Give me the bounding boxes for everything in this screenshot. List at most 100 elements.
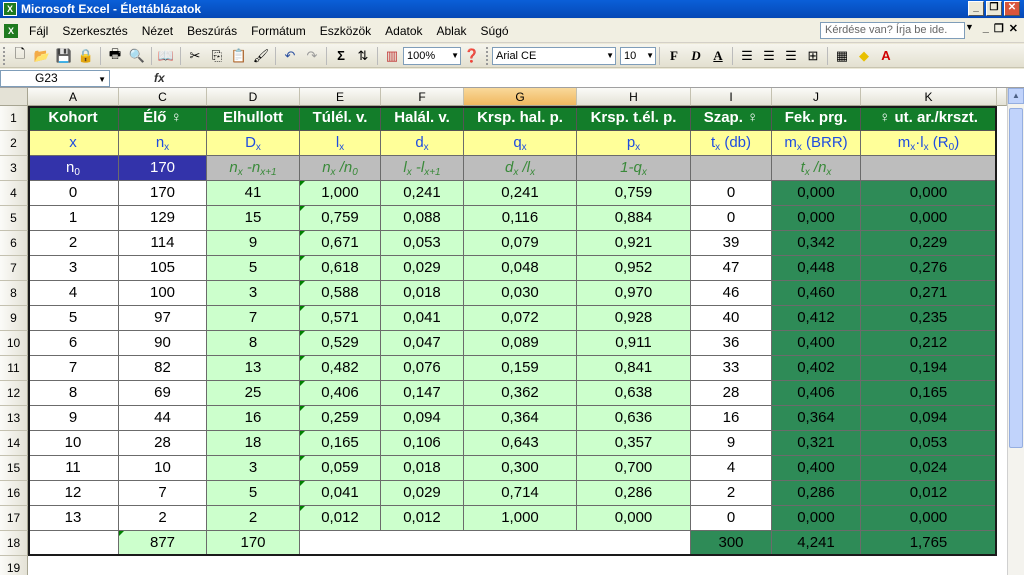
column-header-F[interactable]: F (381, 88, 464, 106)
table-cell[interactable]: 46 (691, 281, 772, 306)
table-cell[interactable]: 0,000 (772, 206, 861, 231)
vertical-scrollbar[interactable]: ▲ (1007, 88, 1024, 575)
formula-cell[interactable]: nx -nx+1 (207, 156, 300, 181)
table-cell[interactable]: 0,089 (464, 331, 577, 356)
table-cell[interactable]: 0,018 (381, 456, 464, 481)
table-cell[interactable]: 3 (207, 456, 300, 481)
align-left-icon[interactable]: ☰ (736, 46, 758, 66)
table-cell[interactable]: 0,759 (300, 206, 381, 231)
table-cell[interactable]: 0,000 (772, 506, 861, 531)
table-cell[interactable]: 2 (207, 506, 300, 531)
table-cell[interactable]: 0 (691, 181, 772, 206)
table-cell[interactable]: 0,921 (577, 231, 691, 256)
table-cell[interactable]: 39 (691, 231, 772, 256)
align-right-icon[interactable]: ☰ (780, 46, 802, 66)
header-cell[interactable]: Krsp. hal. p. (464, 106, 577, 131)
row-header-10[interactable]: 10 (0, 331, 28, 356)
formula-cell[interactable] (861, 156, 997, 181)
table-cell[interactable]: 16 (207, 406, 300, 431)
table-cell[interactable]: 0,106 (381, 431, 464, 456)
menu-item-2[interactable]: Nézet (135, 20, 180, 42)
doc-minimize-icon[interactable]: _ (983, 22, 989, 35)
menu-item-4[interactable]: Formátum (244, 20, 313, 42)
toolbar-grip[interactable] (3, 46, 6, 65)
column-header-J[interactable]: J (772, 88, 861, 106)
table-cell[interactable]: 0,159 (464, 356, 577, 381)
cut-icon[interactable]: ✂ (184, 46, 206, 66)
header-cell[interactable]: Szap. ♀ (691, 106, 772, 131)
table-cell[interactable]: 0,048 (464, 256, 577, 281)
header-cell[interactable]: Fek. prg. (772, 106, 861, 131)
menu-item-6[interactable]: Adatok (378, 20, 429, 42)
print-icon[interactable]: 🖶 (104, 46, 126, 66)
new-document-icon[interactable]: 🗋 (9, 46, 31, 66)
row-header-1[interactable]: 1 (0, 106, 28, 131)
borders-icon[interactable]: ▦ (831, 46, 853, 66)
formula-cell[interactable]: 1-qx (577, 156, 691, 181)
row-header-14[interactable]: 14 (0, 431, 28, 456)
table-cell[interactable]: 0,286 (577, 481, 691, 506)
permission-icon[interactable]: 🔒 (75, 46, 97, 66)
total-cell[interactable] (577, 531, 691, 556)
table-cell[interactable]: 0,000 (577, 506, 691, 531)
zoom-select[interactable]: 100% ▼ (403, 46, 461, 65)
doc-restore-icon[interactable]: ❐ (994, 22, 1004, 35)
table-cell[interactable]: 0,643 (464, 431, 577, 456)
font-color-icon[interactable]: A (875, 46, 897, 66)
formula-cell[interactable]: dx /lx (464, 156, 577, 181)
total-cell[interactable]: 300 (691, 531, 772, 556)
column-header-E[interactable]: E (300, 88, 381, 106)
formula-cell[interactable]: n0 (28, 156, 119, 181)
table-cell[interactable]: 44 (119, 406, 207, 431)
table-cell[interactable]: 0,088 (381, 206, 464, 231)
table-cell[interactable]: 0,030 (464, 281, 577, 306)
total-cell[interactable] (464, 531, 577, 556)
table-cell[interactable]: 0,714 (464, 481, 577, 506)
table-cell[interactable]: 5 (207, 256, 300, 281)
table-cell[interactable]: 41 (207, 181, 300, 206)
table-cell[interactable]: 82 (119, 356, 207, 381)
table-cell[interactable]: 0,194 (861, 356, 997, 381)
table-cell[interactable]: 40 (691, 306, 772, 331)
table-cell[interactable]: 0,402 (772, 356, 861, 381)
total-cell[interactable]: 4,241 (772, 531, 861, 556)
formula-cell[interactable]: tx /nx (772, 156, 861, 181)
spreadsheet-grid[interactable]: A C D E F G H I J K 1 2 3 4 5 6 7 8 9 10 11 12 13 14 15 16 17 18 19 K… (0, 88, 1007, 575)
table-cell[interactable]: 100 (119, 281, 207, 306)
table-cell[interactable]: 0,884 (577, 206, 691, 231)
column-header-G[interactable]: G (464, 88, 577, 106)
table-cell[interactable]: 0,041 (300, 481, 381, 506)
header-cell[interactable]: Halál. v. (381, 106, 464, 131)
table-cell[interactable]: 0,618 (300, 256, 381, 281)
table-cell[interactable]: 0,841 (577, 356, 691, 381)
table-cell[interactable]: 9 (28, 406, 119, 431)
workbook-icon[interactable]: X (4, 23, 18, 38)
chart-wizard-icon[interactable]: ▥ (381, 46, 403, 66)
merge-center-icon[interactable]: ⊞ (802, 46, 824, 66)
table-cell[interactable]: 0,300 (464, 456, 577, 481)
research-icon[interactable]: 📖 (155, 46, 177, 66)
font-name-select[interactable]: Arial CE ▼ (492, 46, 616, 65)
table-cell[interactable]: 0,529 (300, 331, 381, 356)
total-cell[interactable]: 1,765 (861, 531, 997, 556)
table-cell[interactable]: 4 (28, 281, 119, 306)
table-cell[interactable]: 0,012 (300, 506, 381, 531)
table-cell[interactable]: 2 (28, 231, 119, 256)
table-cell[interactable]: 0,024 (861, 456, 997, 481)
table-cell[interactable]: 18 (207, 431, 300, 456)
symbol-cell[interactable]: qx (464, 131, 577, 156)
row-header-12[interactable]: 12 (0, 381, 28, 406)
table-cell[interactable]: 0,364 (772, 406, 861, 431)
table-cell[interactable]: 9 (691, 431, 772, 456)
total-cell[interactable] (381, 531, 464, 556)
table-cell[interactable]: 0,412 (772, 306, 861, 331)
formula-cell[interactable] (691, 156, 772, 181)
doc-close-icon[interactable]: ✕ (1009, 22, 1018, 35)
table-cell[interactable]: 13 (207, 356, 300, 381)
help-icon[interactable]: ❓ (461, 46, 483, 66)
formula-cell[interactable]: nx /n0 (300, 156, 381, 181)
symbol-cell[interactable]: lx (300, 131, 381, 156)
table-cell[interactable]: 0,012 (381, 506, 464, 531)
table-cell[interactable]: 0,229 (861, 231, 997, 256)
table-cell[interactable]: 3 (28, 256, 119, 281)
